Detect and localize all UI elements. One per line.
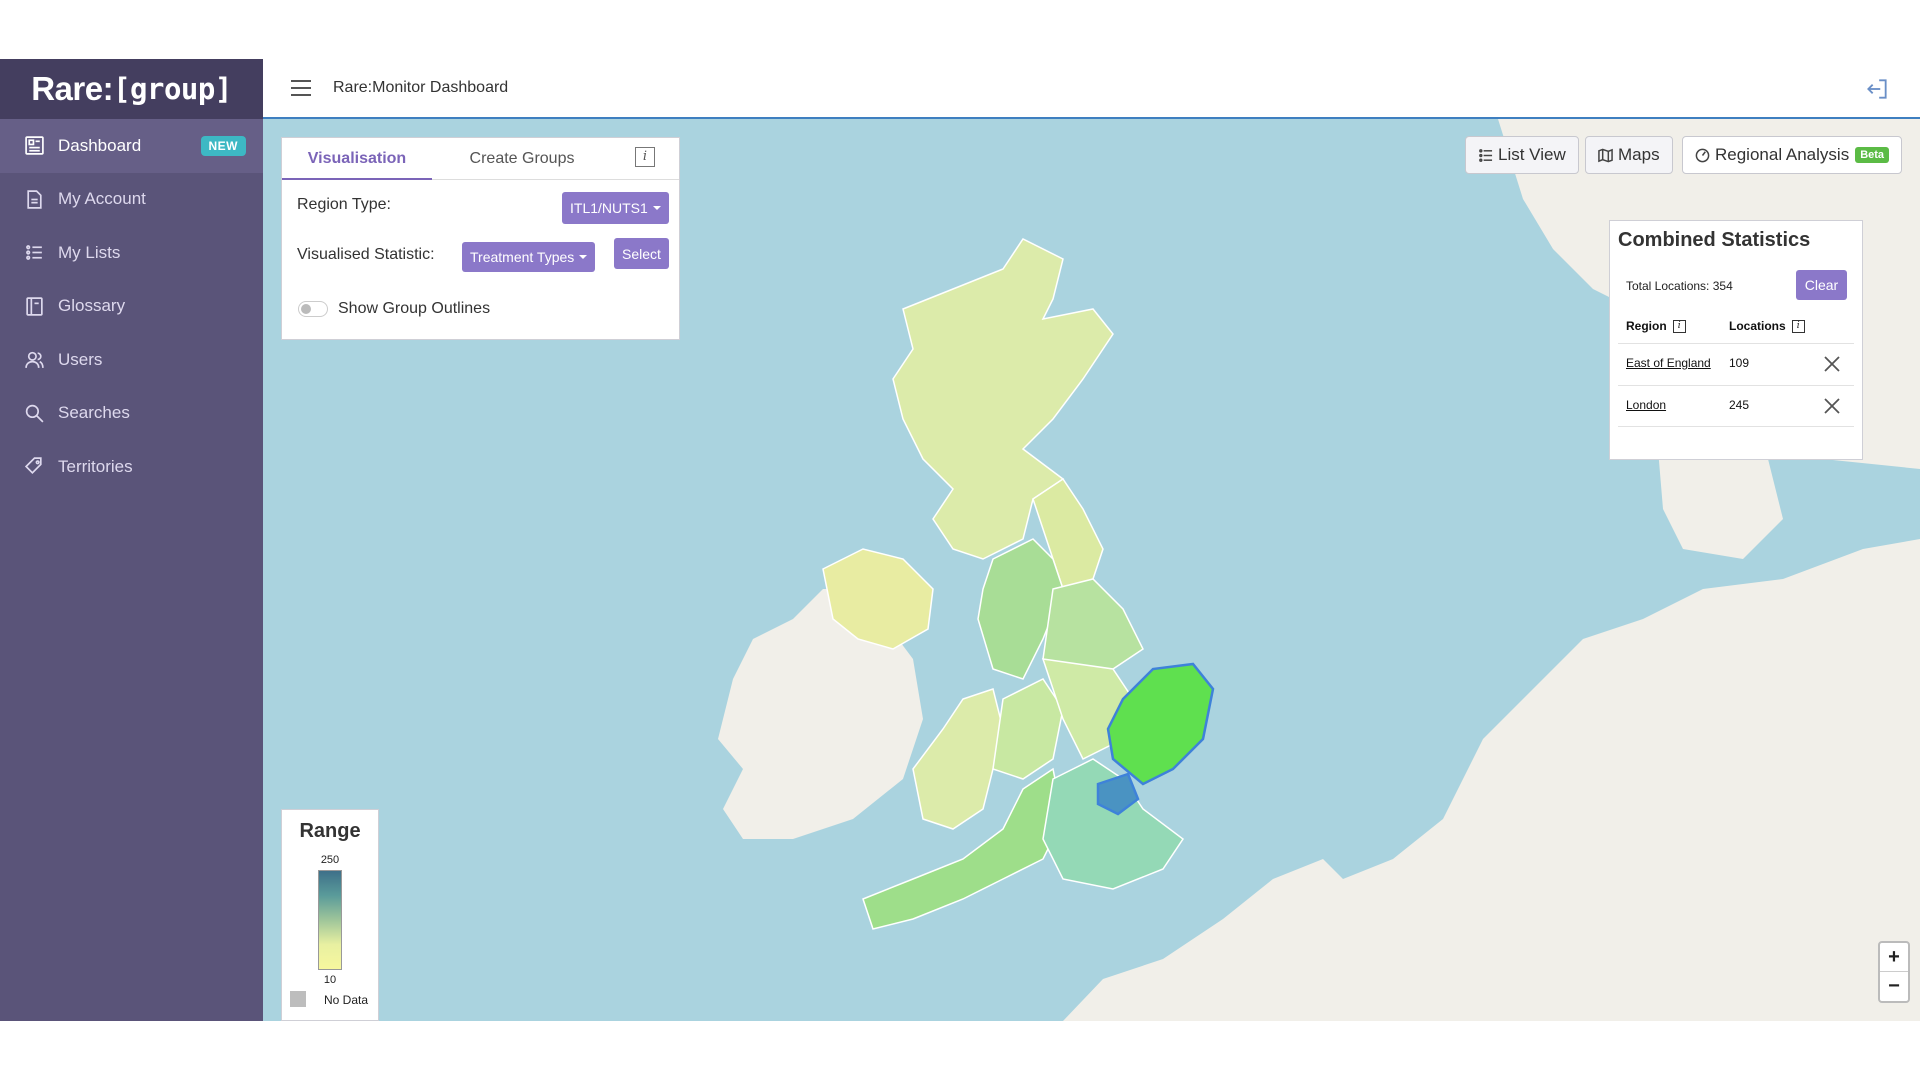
sidebar-item-label: Territories xyxy=(58,456,133,476)
gauge-icon xyxy=(1695,148,1710,162)
stats-title: Combined Statistics xyxy=(1618,229,1811,251)
app-frame: Rare: [group] Dashboard NEW My Account My… xyxy=(0,59,1920,1021)
map-canvas[interactable]: Visualisation Create Groups i Region Typ… xyxy=(263,119,1920,1021)
list-view-button[interactable]: List View xyxy=(1465,136,1579,174)
column-header-region-label: Region xyxy=(1626,319,1667,333)
list-view-label: List View xyxy=(1498,145,1566,164)
region-wales[interactable] xyxy=(912,688,1004,830)
sidebar-item-label: Users xyxy=(58,349,103,369)
brand-sub: [group] xyxy=(113,72,232,106)
group-outlines-toggle[interactable] xyxy=(298,301,328,317)
sidebar-item-label: Dashboard xyxy=(58,135,142,155)
column-header-region: Region i xyxy=(1626,319,1686,333)
sidebar-item-label: My Account xyxy=(58,189,146,209)
info-icon[interactable]: i xyxy=(635,147,655,167)
sidebar-item-searches[interactable]: Searches xyxy=(0,387,263,441)
range-min: 10 xyxy=(323,974,337,986)
range-legend: Range 250 10 No Data xyxy=(281,809,379,1021)
visualisation-tabs: Visualisation Create Groups i xyxy=(282,138,679,180)
sidebar-item-users[interactable]: Users xyxy=(0,333,263,387)
new-badge: NEW xyxy=(200,135,246,156)
zoom-controls: + − xyxy=(1878,941,1910,1003)
document-icon xyxy=(27,190,42,209)
menu-toggle-icon[interactable] xyxy=(291,80,311,96)
brand-main: Rare: xyxy=(31,70,114,107)
info-icon[interactable]: i xyxy=(1672,319,1686,333)
locations-value: 109 xyxy=(1729,356,1750,370)
map-icon xyxy=(1598,148,1613,162)
dashboard-icon xyxy=(25,136,44,155)
land-continent xyxy=(1313,539,1920,1021)
statistic-label: Visualised Statistic: xyxy=(297,246,435,263)
no-data-label: No Data xyxy=(324,993,369,1007)
column-header-locations-label: Locations xyxy=(1729,319,1786,333)
caret-down-icon xyxy=(652,206,661,210)
top-header: Rare:Monitor Dashboard xyxy=(263,59,1920,119)
combined-statistics-panel: Combined Statistics Total Locations: 354… xyxy=(1609,220,1863,460)
close-icon[interactable] xyxy=(1822,396,1842,416)
tab-visualisation[interactable]: Visualisation xyxy=(282,138,432,180)
sidebar-item-glossary[interactable]: Glossary xyxy=(0,280,263,334)
info-icon[interactable]: i xyxy=(1791,319,1805,333)
regional-analysis-label: Regional Analysis xyxy=(1715,145,1850,164)
no-data-swatch xyxy=(290,991,306,1007)
maps-label: Maps xyxy=(1618,145,1660,164)
zoom-in-button[interactable]: + xyxy=(1880,943,1908,972)
list-icon xyxy=(26,245,42,261)
region-west-midlands[interactable] xyxy=(992,678,1064,780)
users-icon xyxy=(25,352,44,369)
page-title: Rare:Monitor Dashboard xyxy=(333,79,509,96)
tab-create-groups[interactable]: Create Groups xyxy=(432,138,612,180)
sidebar-item-dashboard[interactable]: Dashboard NEW xyxy=(0,119,263,173)
table-row: East of England 109 xyxy=(1618,343,1854,385)
maps-button[interactable]: Maps xyxy=(1585,136,1673,174)
regional-analysis-button[interactable]: Regional Analysis Beta xyxy=(1682,136,1903,174)
sidebar-item-label: My Lists xyxy=(58,242,121,262)
sidebar-item-my-lists[interactable]: My Lists xyxy=(0,226,263,280)
sidebar-item-territories[interactable]: Territories xyxy=(0,440,263,494)
range-title: Range xyxy=(299,820,361,842)
zoom-out-button[interactable]: − xyxy=(1880,972,1908,1001)
region-link[interactable]: East of England xyxy=(1626,356,1711,370)
group-outlines-label: Show Group Outlines xyxy=(338,300,491,317)
total-locations: Total Locations: 354 xyxy=(1626,279,1733,293)
brand-logo[interactable]: Rare: [group] xyxy=(0,59,263,119)
visualisation-panel: Visualisation Create Groups i Region Typ… xyxy=(281,137,680,340)
tag-icon xyxy=(24,457,42,475)
sidebar: Rare: [group] Dashboard NEW My Account My… xyxy=(0,59,263,1021)
sidebar-item-my-account[interactable]: My Account xyxy=(0,173,263,227)
clear-button[interactable]: Clear xyxy=(1796,270,1847,300)
search-icon xyxy=(25,404,44,423)
table-row: London 245 xyxy=(1618,385,1854,427)
range-max: 250 xyxy=(320,854,340,866)
sidebar-item-label: Glossary xyxy=(58,296,126,316)
close-icon[interactable] xyxy=(1822,354,1842,374)
beta-badge: Beta xyxy=(1855,147,1890,163)
range-gradient xyxy=(318,870,342,970)
sidebar-item-label: Searches xyxy=(58,403,130,423)
region-type-dropdown[interactable]: ITL1/NUTS1 xyxy=(562,192,669,224)
region-east-of-england[interactable] xyxy=(1106,662,1215,786)
column-header-locations: Locations i xyxy=(1729,319,1805,333)
logout-icon[interactable] xyxy=(1864,76,1890,102)
region-type-value: ITL1/NUTS1 xyxy=(570,200,648,216)
list-icon xyxy=(1479,148,1493,162)
locations-value: 245 xyxy=(1729,398,1750,412)
caret-down-icon xyxy=(579,255,588,259)
book-icon xyxy=(26,297,43,316)
region-link[interactable]: London xyxy=(1626,398,1666,412)
sidebar-nav: Dashboard NEW My Account My Lists Glossa… xyxy=(0,119,263,494)
region-type-label: Region Type: xyxy=(297,196,391,213)
statistic-dropdown[interactable]: Treatment Types xyxy=(462,242,596,272)
select-button[interactable]: Select xyxy=(614,238,669,269)
statistic-value: Treatment Types xyxy=(470,249,575,265)
